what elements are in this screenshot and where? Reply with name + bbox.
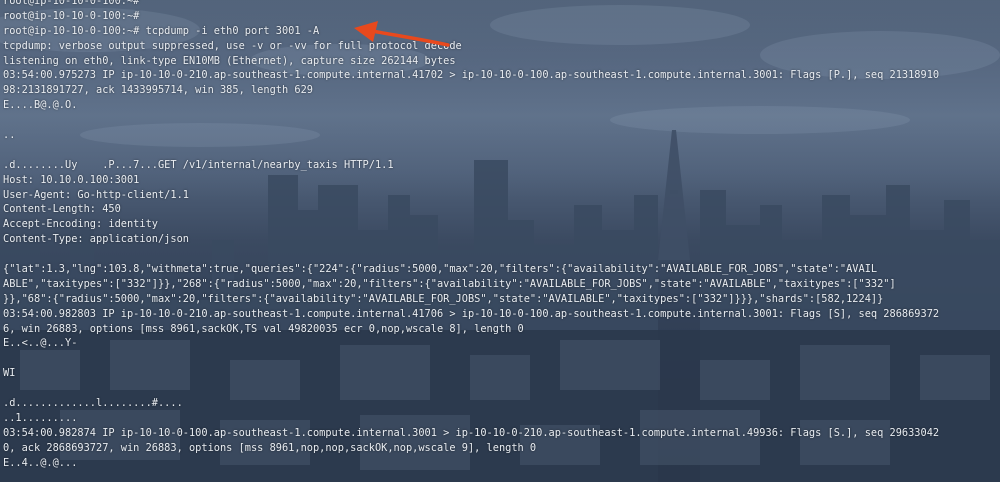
- terminal-line: .d........Uy .P...7...GET /v1/internal/n…: [3, 158, 394, 171]
- terminal-line: {"lat":1.3,"lng":103.8,"withmeta":true,"…: [3, 263, 878, 276]
- terminal-line: E..<..@...Y-: [3, 337, 78, 350]
- terminal-line: Host: 10.10.0.100:3001: [3, 173, 140, 186]
- terminal-line: E....B@.@.O.: [3, 99, 78, 112]
- terminal-line: WI: [3, 367, 16, 380]
- terminal-line: root@ip-10-10-0-100:~#: [3, 0, 140, 7]
- terminal-line: 03:54:00.975273 IP ip-10-10-0-210.ap-sou…: [3, 69, 940, 82]
- terminal-line: ABLE","taxitypes":["332"]}},"268":{"radi…: [3, 277, 896, 290]
- terminal-line: }},"68":{"radius":5000,"max":20,"filters…: [3, 292, 884, 305]
- terminal-line: tcpdump: verbose output suppressed, use …: [3, 39, 462, 52]
- terminal-line: root@ip-10-10-0-100:~# tcpdump -i eth0 p…: [3, 24, 320, 37]
- terminal-line: Content-Type: application/json: [3, 233, 189, 246]
- terminal-line: .d.............l........#....: [3, 397, 183, 410]
- terminal-output[interactable]: root@ip-10-10-0-100:~# root@ip-10-10-0-10…: [3, 0, 997, 471]
- terminal-line: 98:2131891727, ack 1433995714, win 385, …: [3, 84, 313, 97]
- terminal-line: ..: [3, 129, 16, 142]
- terminal-line: Content-Length: 450: [3, 203, 121, 216]
- terminal-line: ..1.........: [3, 411, 78, 424]
- terminal-line: 6, win 26883, options [mss 8961,sackOK,T…: [3, 322, 524, 335]
- terminal-line: Accept-Encoding: identity: [3, 218, 158, 231]
- terminal-line: listening on eth0, link-type EN10MB (Eth…: [3, 54, 456, 67]
- terminal-line: User-Agent: Go-http-client/1.1: [3, 188, 189, 201]
- terminal-line: 03:54:00.982874 IP ip-10-10-0-100.ap-sou…: [3, 426, 940, 439]
- terminal-line: 03:54:00.982803 IP ip-10-10-0-210.ap-sou…: [3, 307, 940, 320]
- terminal-line: 0, ack 2868693727, win 26883, options [m…: [3, 441, 537, 454]
- terminal-line: root@ip-10-10-0-100:~#: [3, 9, 140, 22]
- terminal-line: E..4..@.@...: [3, 456, 78, 469]
